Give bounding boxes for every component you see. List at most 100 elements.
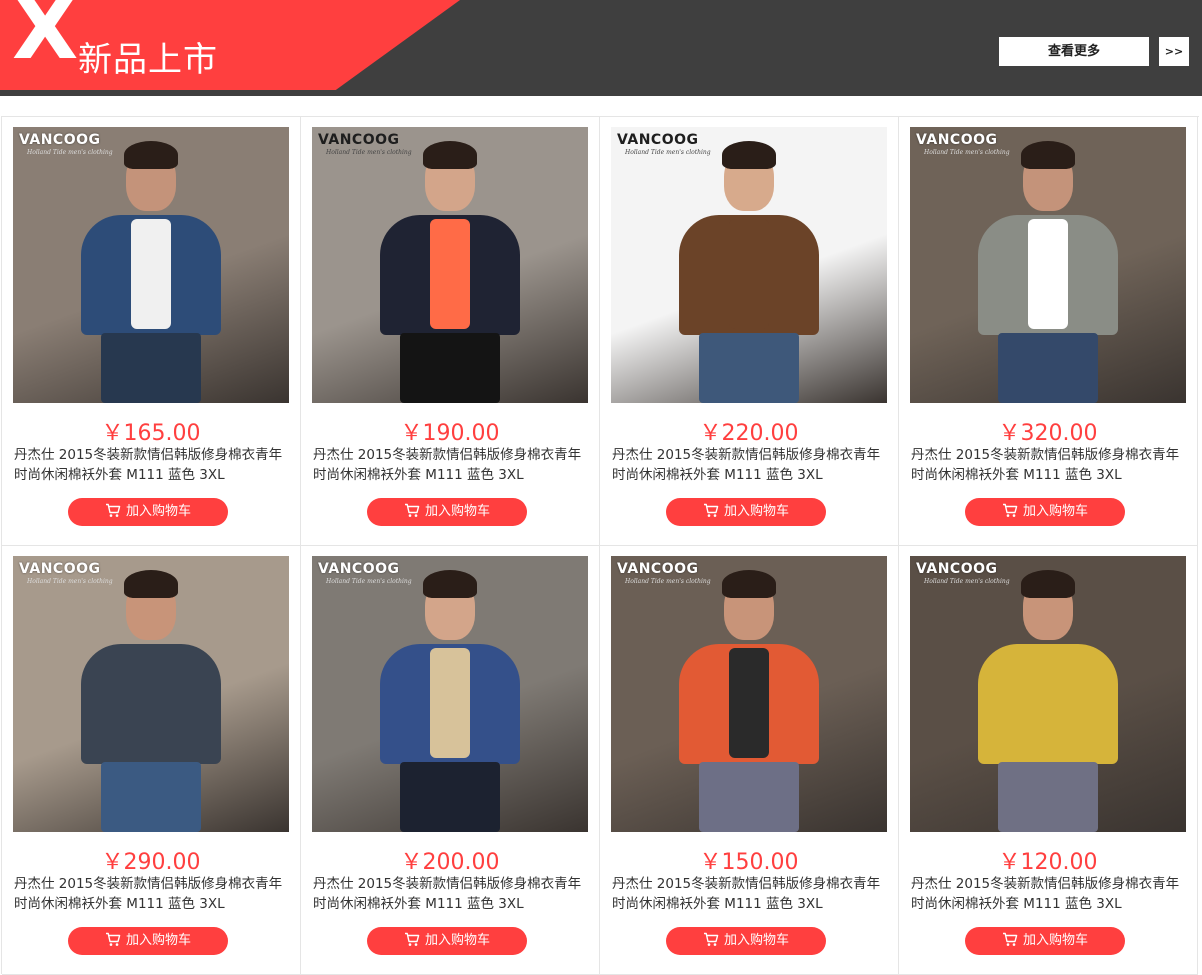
photo-trousers xyxy=(998,762,1098,832)
product-price: ￥320.00 xyxy=(998,421,1098,446)
product-title[interactable]: 丹杰仕 2015冬装新款情侣韩版修身棉衣青年时尚休闲棉袄外套 M111 蓝色 3… xyxy=(911,445,1191,485)
cart-icon xyxy=(703,930,719,958)
photo-hair xyxy=(1021,570,1075,598)
product-card[interactable]: VANCOOG Holland Tide men's clothing ￥120… xyxy=(899,546,1198,975)
product-price: ￥120.00 xyxy=(998,850,1098,875)
brand-tagline: Holland Tide men's clothing xyxy=(625,149,711,156)
product-photo[interactable]: VANCOOG Holland Tide men's clothing xyxy=(312,556,588,832)
product-card[interactable]: VANCOOG Holland Tide men's clothing ￥320… xyxy=(899,117,1198,546)
photo-trousers xyxy=(101,762,201,832)
product-price: ￥290.00 xyxy=(101,850,201,875)
cart-icon xyxy=(1002,930,1018,958)
product-card[interactable]: VANCOOG Holland Tide men's clothing ￥165… xyxy=(2,117,301,546)
product-title[interactable]: 丹杰仕 2015冬装新款情侣韩版修身棉衣青年时尚休闲棉袄外套 M111 蓝色 3… xyxy=(612,874,892,914)
add-to-cart-label: 加入购物车 xyxy=(723,504,789,519)
add-to-cart-label: 加入购物车 xyxy=(125,504,191,519)
product-title[interactable]: 丹杰仕 2015冬装新款情侣韩版修身棉衣青年时尚休闲棉袄外套 M111 蓝色 3… xyxy=(612,445,892,485)
product-photo[interactable]: VANCOOG Holland Tide men's clothing xyxy=(611,127,887,403)
product-card[interactable]: VANCOOG Holland Tide men's clothing ￥190… xyxy=(301,117,600,546)
product-grid: VANCOOG Holland Tide men's clothing ￥165… xyxy=(1,116,1199,975)
add-to-cart-button[interactable]: 加入购物车 xyxy=(965,498,1125,526)
photo-shirt xyxy=(1028,219,1068,329)
photo-shirt xyxy=(131,219,171,329)
product-photo[interactable]: VANCOOG Holland Tide men's clothing xyxy=(13,556,289,832)
add-to-cart-label: 加入购物车 xyxy=(723,933,789,948)
product-photo[interactable]: VANCOOG Holland Tide men's clothing xyxy=(13,127,289,403)
product-price: ￥150.00 xyxy=(699,850,799,875)
photo-shirt xyxy=(1028,648,1068,758)
photo-hair xyxy=(722,141,776,169)
product-photo[interactable]: VANCOOG Holland Tide men's clothing xyxy=(312,127,588,403)
add-to-cart-label: 加入购物车 xyxy=(424,504,490,519)
brand-tagline: Holland Tide men's clothing xyxy=(27,149,113,156)
add-to-cart-button[interactable]: 加入购物车 xyxy=(965,927,1125,955)
add-to-cart-button[interactable]: 加入购物车 xyxy=(367,927,527,955)
photo-trousers xyxy=(400,762,500,832)
brand-logo: VANCOOG xyxy=(19,132,101,148)
cart-icon xyxy=(404,501,420,529)
add-to-cart-button[interactable]: 加入购物车 xyxy=(367,498,527,526)
add-to-cart-button[interactable]: 加入购物车 xyxy=(666,927,826,955)
photo-shirt xyxy=(430,648,470,758)
add-to-cart-button[interactable]: 加入购物车 xyxy=(68,927,228,955)
brand-tagline: Holland Tide men's clothing xyxy=(924,578,1010,585)
photo-hair xyxy=(722,570,776,598)
add-to-cart-button[interactable]: 加入购物车 xyxy=(666,498,826,526)
view-more-button[interactable]: 查看更多 xyxy=(999,37,1149,66)
photo-trousers xyxy=(998,333,1098,403)
brand-logo: VANCOOG xyxy=(19,561,101,577)
add-to-cart-label: 加入购物车 xyxy=(1022,504,1088,519)
photo-shirt xyxy=(430,219,470,329)
brand-tagline: Holland Tide men's clothing xyxy=(625,578,711,585)
photo-shirt xyxy=(729,219,769,329)
photo-trousers xyxy=(699,333,799,403)
product-card[interactable]: VANCOOG Holland Tide men's clothing ￥150… xyxy=(600,546,899,975)
product-card[interactable]: VANCOOG Holland Tide men's clothing ￥220… xyxy=(600,117,899,546)
product-price: ￥220.00 xyxy=(699,421,799,446)
cart-icon xyxy=(1002,501,1018,529)
product-card[interactable]: VANCOOG Holland Tide men's clothing ￥200… xyxy=(301,546,600,975)
product-title[interactable]: 丹杰仕 2015冬装新款情侣韩版修身棉衣青年时尚休闲棉袄外套 M111 蓝色 3… xyxy=(313,445,593,485)
section-header: X 新品上市 查看更多 >> xyxy=(0,0,1202,96)
product-price: ￥200.00 xyxy=(400,850,500,875)
next-arrow-button[interactable]: >> xyxy=(1159,37,1189,66)
product-title[interactable]: 丹杰仕 2015冬装新款情侣韩版修身棉衣青年时尚休闲棉袄外套 M111 蓝色 3… xyxy=(313,874,593,914)
product-photo[interactable]: VANCOOG Holland Tide men's clothing xyxy=(910,556,1186,832)
cart-icon xyxy=(703,501,719,529)
brand-tagline: Holland Tide men's clothing xyxy=(924,149,1010,156)
section-title: 新品上市 xyxy=(78,40,218,80)
header-logo-letter: X xyxy=(12,0,79,79)
brand-tagline: Holland Tide men's clothing xyxy=(326,578,412,585)
brand-tagline: Holland Tide men's clothing xyxy=(326,149,412,156)
add-to-cart-label: 加入购物车 xyxy=(1022,933,1088,948)
add-to-cart-label: 加入购物车 xyxy=(125,933,191,948)
photo-hair xyxy=(423,141,477,169)
photo-trousers xyxy=(101,333,201,403)
cart-icon xyxy=(404,930,420,958)
brand-logo: VANCOOG xyxy=(617,561,699,577)
brand-logo: VANCOOG xyxy=(318,132,400,148)
photo-hair xyxy=(124,141,178,169)
product-photo[interactable]: VANCOOG Holland Tide men's clothing xyxy=(910,127,1186,403)
product-photo[interactable]: VANCOOG Holland Tide men's clothing xyxy=(611,556,887,832)
cart-icon xyxy=(105,930,121,958)
brand-logo: VANCOOG xyxy=(916,561,998,577)
product-title[interactable]: 丹杰仕 2015冬装新款情侣韩版修身棉衣青年时尚休闲棉袄外套 M111 蓝色 3… xyxy=(911,874,1191,914)
photo-trousers xyxy=(400,333,500,403)
photo-hair xyxy=(423,570,477,598)
brand-logo: VANCOOG xyxy=(617,132,699,148)
product-price: ￥190.00 xyxy=(400,421,500,446)
photo-trousers xyxy=(699,762,799,832)
product-card[interactable]: VANCOOG Holland Tide men's clothing ￥290… xyxy=(2,546,301,975)
product-title[interactable]: 丹杰仕 2015冬装新款情侣韩版修身棉衣青年时尚休闲棉袄外套 M111 蓝色 3… xyxy=(14,445,294,485)
cart-icon xyxy=(105,501,121,529)
product-title[interactable]: 丹杰仕 2015冬装新款情侣韩版修身棉衣青年时尚休闲棉袄外套 M111 蓝色 3… xyxy=(14,874,294,914)
photo-shirt xyxy=(131,648,171,758)
brand-logo: VANCOOG xyxy=(916,132,998,148)
photo-hair xyxy=(1021,141,1075,169)
photo-hair xyxy=(124,570,178,598)
add-to-cart-button[interactable]: 加入购物车 xyxy=(68,498,228,526)
brand-tagline: Holland Tide men's clothing xyxy=(27,578,113,585)
product-price: ￥165.00 xyxy=(101,421,201,446)
brand-logo: VANCOOG xyxy=(318,561,400,577)
